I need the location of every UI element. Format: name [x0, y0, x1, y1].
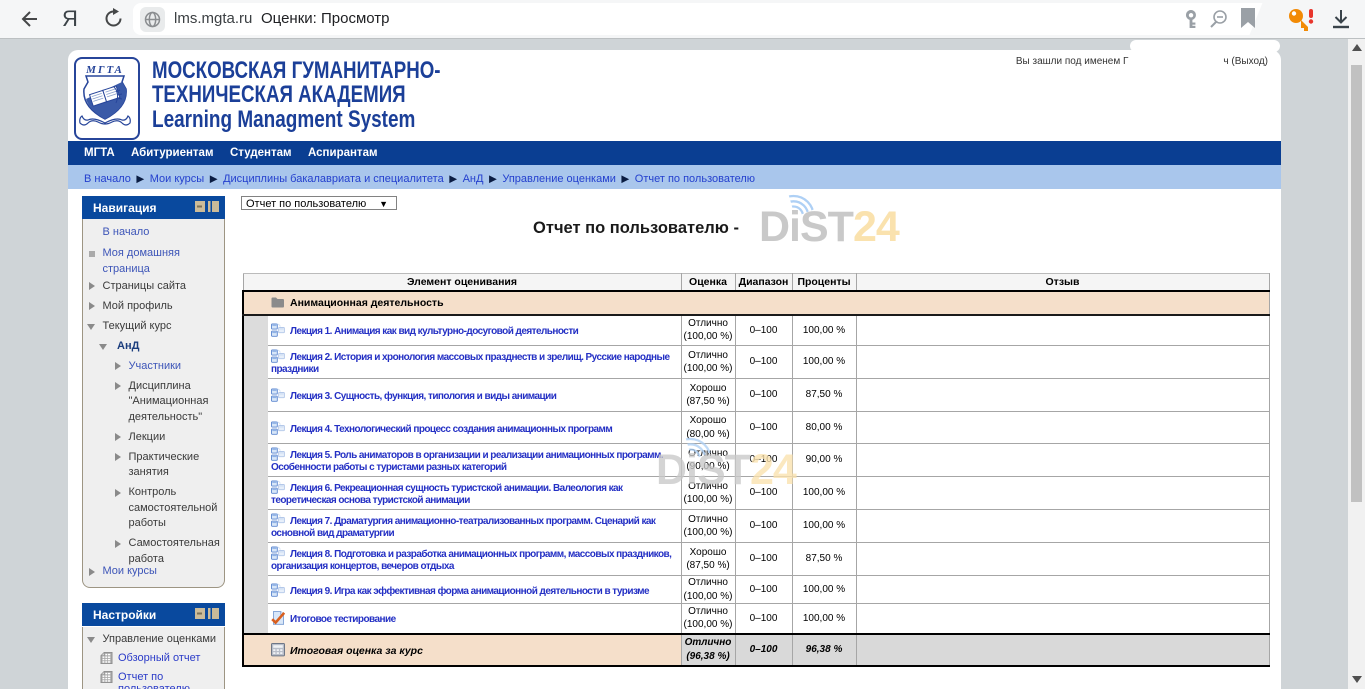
svg-text:МГТА: МГТА	[85, 64, 124, 76]
